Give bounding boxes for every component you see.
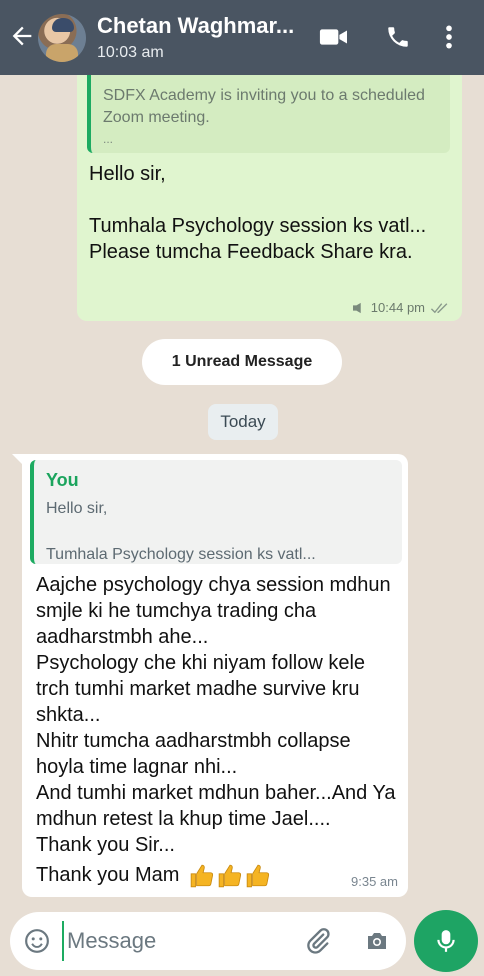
quote-line: Hello sir, — [46, 500, 108, 517]
video-call-icon[interactable] — [318, 24, 350, 50]
mic-button[interactable] — [414, 910, 478, 972]
quoted-text: SDFX Academy is inviting you to a schedu… — [103, 87, 425, 126]
quote-line: Tumhala Psychology session ks vatl... — [46, 546, 316, 563]
last-line-text: Thank you Mam — [36, 864, 180, 886]
thumbs-up-emojis — [189, 863, 271, 889]
contact-name[interactable]: Chetan Waghmar... — [97, 13, 294, 39]
message-line — [89, 187, 449, 213]
double-tick-icon — [430, 302, 448, 313]
message-body: Aajche psychology chya session mdhun smj… — [36, 572, 398, 889]
thumbs-up-icon — [218, 864, 242, 887]
message-time: 10:44 pm — [370, 300, 425, 315]
more-options-icon[interactable] — [444, 24, 454, 50]
message-line: Please tumcha Feedback Share kra. — [89, 241, 413, 263]
message-line: Tumhala Psychology session ks vatl... — [89, 215, 427, 237]
message-meta: 10:44 pm — [352, 300, 450, 315]
message-time: 9:35 am — [351, 874, 398, 889]
avatar[interactable] — [38, 14, 86, 62]
zoom-invite-preview[interactable]: SDFX Academy is inviting you to a schedu… — [87, 75, 450, 153]
camera-icon[interactable] — [364, 929, 390, 953]
speaker-icon — [352, 302, 361, 313]
incoming-message[interactable]: You Hello sir, Tumhala Psychology sessio… — [22, 454, 408, 897]
mic-icon — [437, 930, 455, 952]
attach-icon[interactable] — [304, 927, 332, 955]
phone-icon[interactable] — [385, 24, 411, 50]
message-line: Hello sir, — [89, 163, 166, 185]
message-line: Thank you Mam — [36, 862, 398, 889]
message-line: Psychology che khi niyam follow kele trc… — [36, 652, 366, 726]
avatar-hat — [52, 18, 74, 32]
unread-banner: 1 Unread Message — [142, 339, 342, 385]
quoted-more: ... — [103, 132, 114, 146]
message-line: Nhitr tumcha aadharstmbh collapse hoyla … — [36, 730, 351, 778]
message-input[interactable] — [62, 921, 292, 961]
date-divider: Today — [208, 404, 278, 440]
back-arrow-icon[interactable] — [8, 22, 36, 50]
message-line: Aajche psychology chya session mdhun smj… — [36, 574, 391, 648]
message-line: Thank you Sir... — [36, 834, 175, 856]
quote-author: You — [46, 470, 79, 490]
outgoing-message[interactable]: SDFX Academy is inviting you to a schedu… — [77, 75, 462, 321]
reply-quote[interactable]: You Hello sir, Tumhala Psychology sessio… — [30, 460, 402, 564]
contact-status: 10:03 am — [97, 44, 164, 61]
emoji-icon[interactable] — [24, 928, 50, 954]
thumbs-up-icon — [190, 864, 214, 887]
chat-header: Chetan Waghmar... 10:03 am — [0, 0, 484, 75]
message-body: Hello sir, Tumhala Psychology session ks… — [89, 161, 449, 265]
thumbs-up-icon — [246, 864, 270, 887]
message-line: And tumhi market mdhun baher...And Ya md… — [36, 782, 396, 830]
avatar-shirt — [46, 44, 78, 62]
message-composer — [10, 912, 406, 970]
